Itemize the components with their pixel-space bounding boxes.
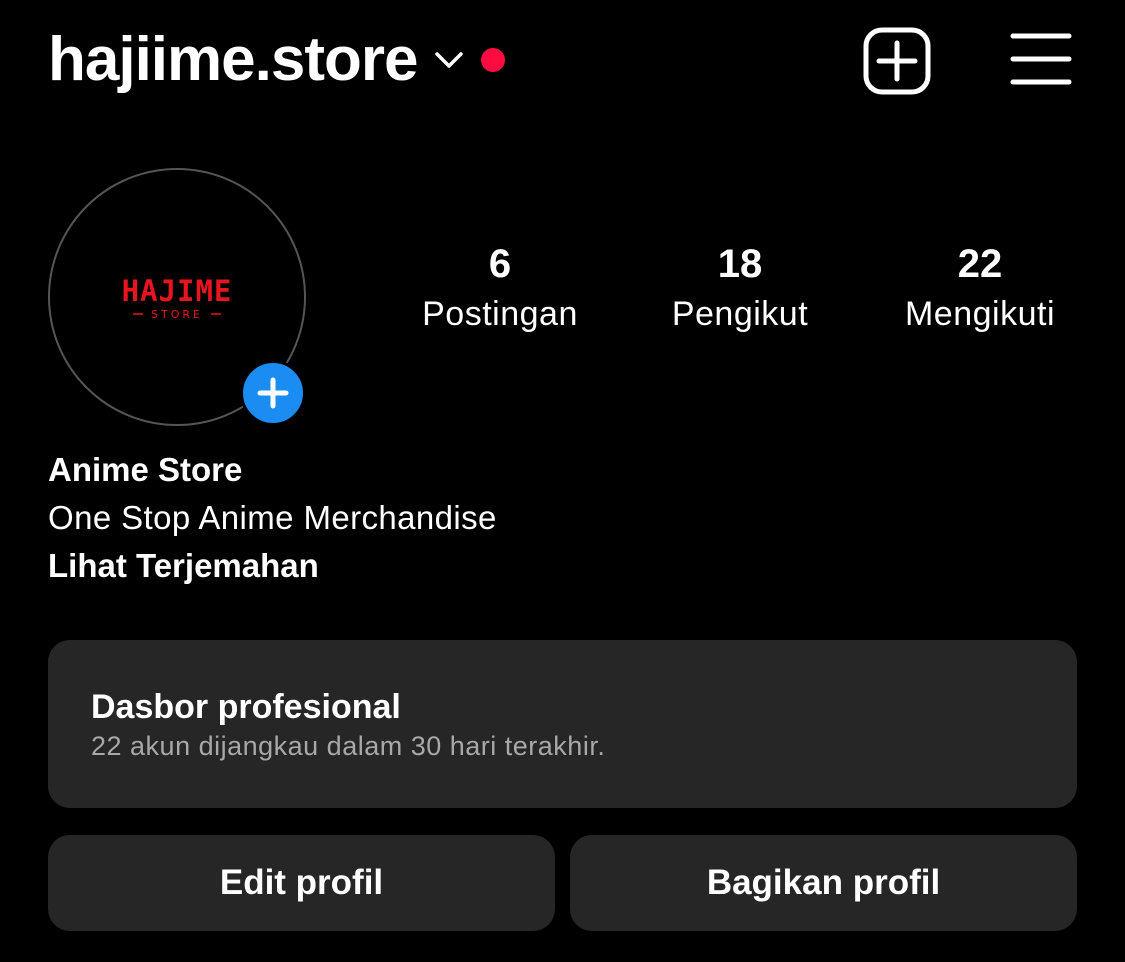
dashboard-title: Dasbor profesional (91, 688, 401, 726)
hamburger-menu-icon[interactable] (1010, 32, 1072, 86)
dashboard-subtitle: 22 akun dijangkau dalam 30 hari terakhir… (91, 731, 606, 761)
add-story-button[interactable] (240, 360, 306, 426)
see-translation-link[interactable]: Lihat Terjemahan (48, 542, 948, 590)
username: hajiime.store (48, 25, 418, 94)
svg-text:STORE: STORE (151, 308, 203, 321)
followers-count: 18 (717, 242, 763, 286)
plus-square-icon[interactable] (863, 27, 931, 95)
posts-count: 6 (488, 242, 512, 286)
account-switcher[interactable]: hajiime.store (48, 22, 506, 98)
notification-dot (481, 48, 506, 72)
plus-icon (257, 377, 289, 409)
edit-profile-button[interactable]: Edit profil (48, 835, 555, 931)
top-bar: hajiime.store (48, 22, 1078, 98)
svg-text:HAJIME: HAJIME (122, 274, 233, 308)
following-label: Mengikuti (904, 295, 1055, 333)
chevron-down-icon (435, 52, 464, 68)
posts-label: Postingan (422, 295, 578, 333)
followers-label: Pengikut (671, 295, 809, 333)
share-profile-button[interactable]: Bagikan profil (570, 835, 1077, 931)
following-count: 22 (957, 242, 1003, 286)
stat-followers[interactable]: 18 Pengikut (620, 236, 860, 336)
profile-name: Anime Store (48, 451, 243, 488)
stat-following[interactable]: 22 Mengikuti (860, 236, 1100, 336)
professional-dashboard-card[interactable]: Dasbor profesional 22 akun dijangkau dal… (48, 640, 1077, 808)
stat-posts[interactable]: 6 Postingan (380, 236, 620, 336)
bio: Anime Store One Stop Anime Merchandise L… (48, 446, 948, 590)
bio-text: One Stop Anime Merchandise (48, 499, 497, 536)
